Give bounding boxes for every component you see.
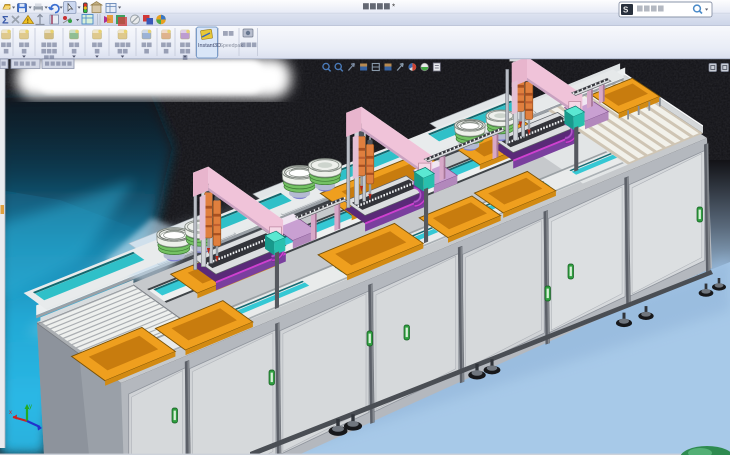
svg-text:x: x <box>9 410 12 416</box>
svg-text:Speedpak: Speedpak <box>220 43 244 49</box>
svg-text:S: S <box>623 6 629 15</box>
svg-text:*: * <box>392 3 395 12</box>
svg-text:y: y <box>29 404 32 410</box>
svg-text:Σ: Σ <box>2 15 9 27</box>
svg-text:!: ! <box>27 18 29 25</box>
svg-text:Instant3D: Instant3D <box>198 43 221 49</box>
